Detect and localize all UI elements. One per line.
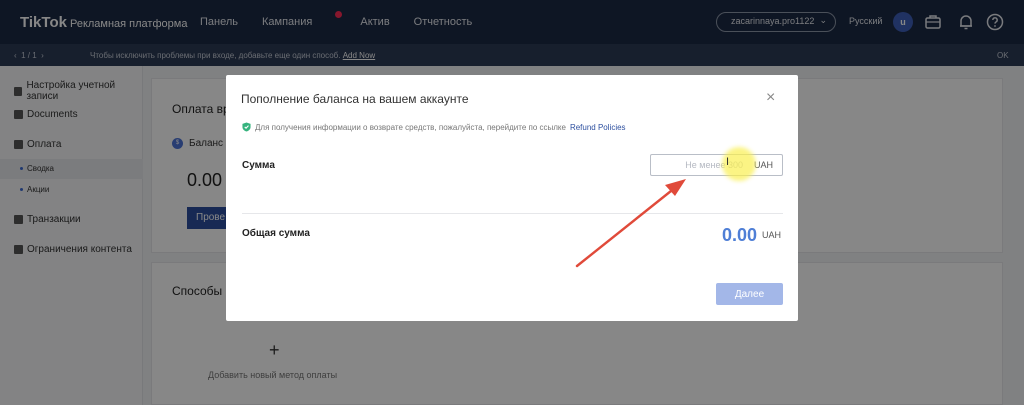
annotation-arrow	[575, 179, 686, 268]
